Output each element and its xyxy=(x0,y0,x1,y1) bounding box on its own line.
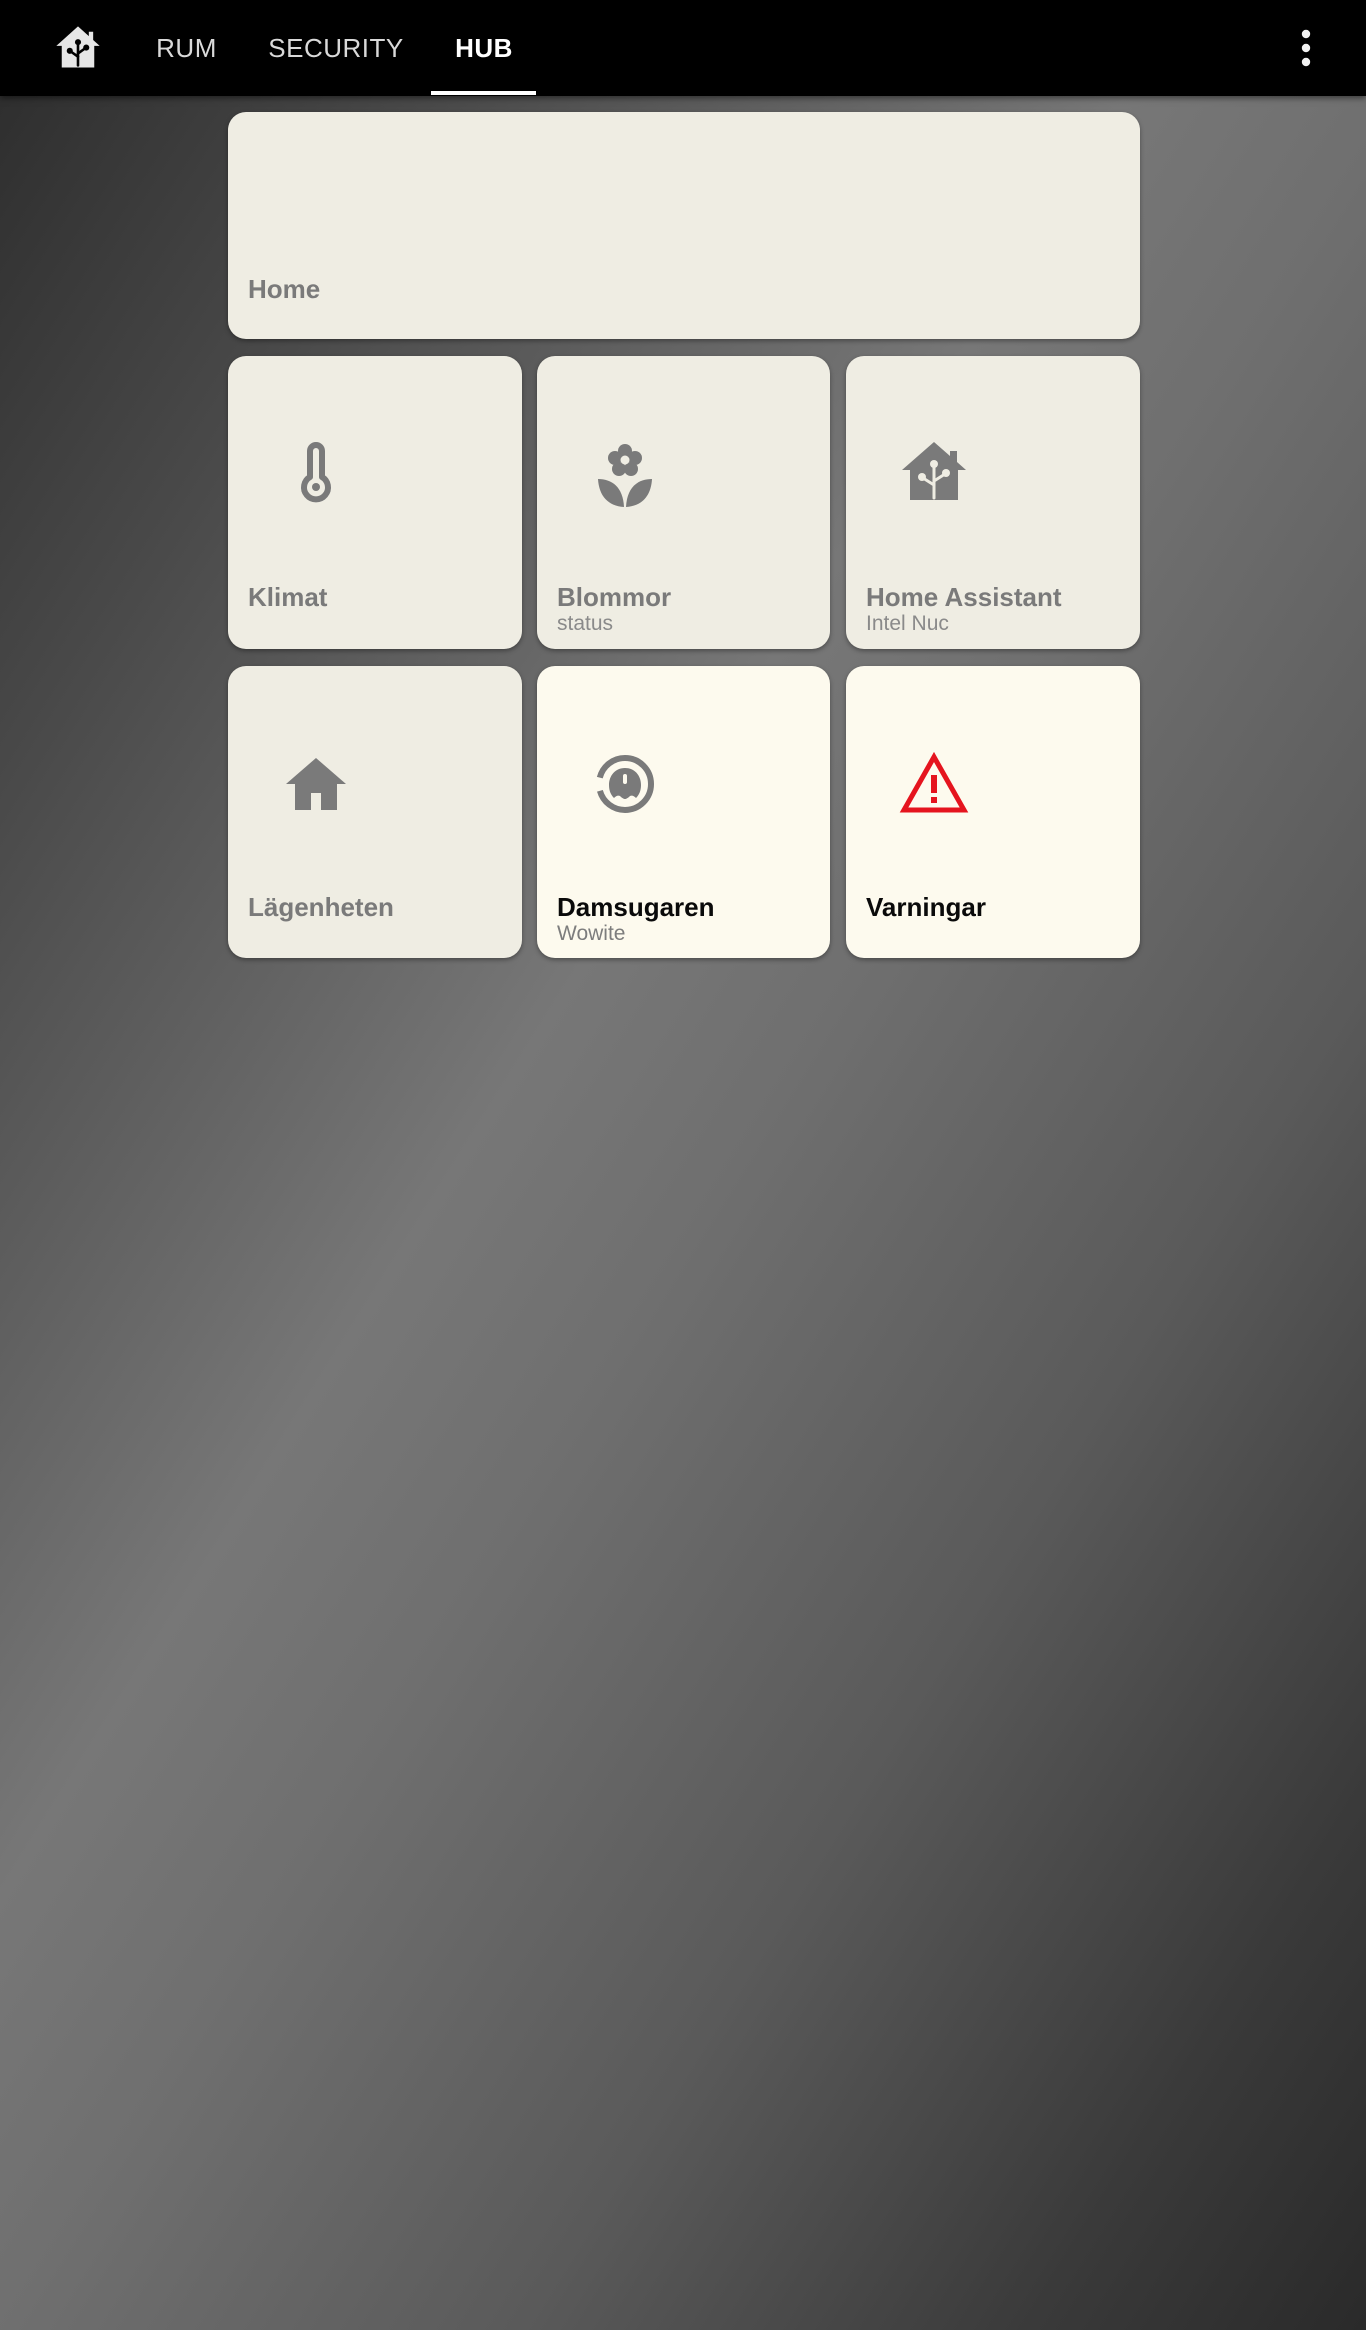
card-title: Home xyxy=(248,274,321,304)
klimat-card[interactable]: Klimat xyxy=(228,356,522,649)
card-title: Damsugaren xyxy=(557,892,715,922)
card-title: Varningar xyxy=(866,892,986,922)
card-subtitle: Wowite xyxy=(557,922,626,945)
alert-icon xyxy=(898,748,970,820)
blommor-card[interactable]: Blommor status xyxy=(537,356,830,649)
more-vertical-icon[interactable] xyxy=(1290,24,1322,72)
card-title: Lägenheten xyxy=(248,892,394,922)
top-app-bar: RUM SECURITY HUB xyxy=(0,0,1366,96)
home-card[interactable]: Home xyxy=(228,112,1140,339)
card-title: Klimat xyxy=(248,582,328,612)
card-subtitle: status xyxy=(557,612,614,635)
active-tab-indicator xyxy=(431,91,536,95)
card-title: Home Assistant xyxy=(866,582,1062,612)
tab-rum[interactable]: RUM xyxy=(150,0,223,96)
tab-security[interactable]: SECURITY xyxy=(263,0,409,96)
robot-vacuum-icon xyxy=(589,748,661,820)
varningar-card[interactable]: Varningar xyxy=(846,666,1140,958)
home-assistant-icon[interactable] xyxy=(52,22,104,74)
home-assistant-icon xyxy=(898,438,970,510)
tab-hub[interactable]: HUB xyxy=(440,0,528,96)
home-assistant-card[interactable]: Home Assistant Intel Nuc xyxy=(846,356,1140,649)
lagenheten-card[interactable]: Lägenheten xyxy=(228,666,522,958)
damsugaren-card[interactable]: Damsugaren Wowite xyxy=(537,666,830,958)
house-icon xyxy=(280,748,352,820)
card-subtitle: Intel Nuc xyxy=(866,612,949,635)
card-title: Blommor xyxy=(557,582,672,612)
thermometer-icon xyxy=(280,438,352,510)
flower-icon xyxy=(589,438,661,510)
